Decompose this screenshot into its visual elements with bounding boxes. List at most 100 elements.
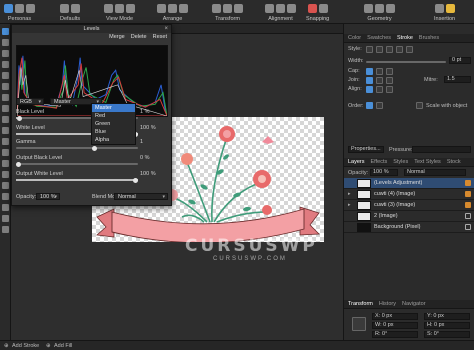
- liquify-persona-icon[interactable]: [15, 3, 24, 13]
- move-tool-icon[interactable]: [2, 28, 9, 35]
- channel-select[interactable]: RGB ▾: [16, 98, 44, 105]
- join-bevel-icon[interactable]: [386, 77, 393, 84]
- cap-butt-icon[interactable]: [366, 68, 373, 75]
- text-tool-icon[interactable]: [2, 204, 9, 211]
- dropdown-option-blue[interactable]: Blue: [92, 128, 135, 136]
- tab-stock[interactable]: Stock: [447, 159, 461, 165]
- cap-round-icon[interactable]: [376, 68, 383, 75]
- arrange-icon[interactable]: [157, 3, 166, 13]
- mitre-input[interactable]: 1.5: [444, 76, 471, 83]
- insertion-group[interactable]: Insertion: [434, 2, 455, 22]
- levels-title-bar[interactable]: Levels ×: [12, 25, 171, 33]
- gamma-slider[interactable]: [16, 145, 138, 151]
- blend-mode-select[interactable]: Normal ▾: [114, 193, 168, 200]
- snapping-magnet-icon[interactable]: [307, 3, 317, 13]
- add-fill-icon[interactable]: ⊕: [46, 343, 51, 349]
- black-level-value[interactable]: 1 %: [140, 109, 149, 115]
- pressure-graph[interactable]: [412, 146, 471, 153]
- geometry-add-icon[interactable]: [364, 3, 373, 13]
- defaults-icon[interactable]: [60, 3, 70, 13]
- expand-arrow-icon[interactable]: ▸: [348, 191, 351, 197]
- arrange-2-icon[interactable]: [168, 3, 177, 13]
- delete-button[interactable]: Delete: [131, 34, 147, 40]
- paint-brush-icon[interactable]: [2, 105, 9, 112]
- transform-group[interactable]: Transform: [212, 2, 243, 22]
- dropdown-option-master[interactable]: Master: [92, 104, 135, 112]
- join-round-icon[interactable]: [376, 77, 383, 84]
- layer-visibility-checkbox[interactable]: [465, 224, 471, 230]
- properties-button[interactable]: Properties...: [348, 146, 384, 153]
- develop-persona-icon[interactable]: [26, 3, 35, 13]
- dodge-tool-icon[interactable]: [2, 149, 9, 156]
- zoom-tool-icon[interactable]: [2, 50, 9, 57]
- anchor-grid-icon[interactable]: [352, 317, 366, 331]
- layer-row[interactable]: Background (Pixel): [344, 222, 474, 233]
- scale-with-object-checkbox[interactable]: [416, 102, 423, 109]
- cap-square-icon[interactable]: [386, 68, 393, 75]
- view-mode-3-icon[interactable]: [126, 3, 135, 13]
- dropdown-option-alpha[interactable]: Alpha: [92, 136, 135, 144]
- expand-arrow-icon[interactable]: ▸: [348, 202, 351, 208]
- transform-y-input[interactable]: Y: 0 px: [424, 313, 470, 320]
- layer-visibility-checkbox[interactable]: [465, 180, 471, 186]
- tab-effects[interactable]: Effects: [371, 159, 388, 165]
- snapping-group[interactable]: Snapping: [306, 2, 329, 22]
- insert-top-icon[interactable]: [445, 3, 455, 13]
- tab-history[interactable]: History: [379, 301, 396, 307]
- tab-swatches[interactable]: Swatches: [367, 35, 391, 41]
- shape-tool-icon[interactable]: [2, 193, 9, 200]
- white-level-value[interactable]: 100 %: [140, 125, 156, 131]
- rectangle-tool-icon[interactable]: [2, 226, 9, 233]
- crop-tool-icon[interactable]: [2, 61, 9, 68]
- output-white-value[interactable]: 100 %: [140, 171, 156, 177]
- output-black-value[interactable]: 0 %: [140, 155, 149, 161]
- arrange-group[interactable]: Arrange: [157, 2, 188, 22]
- view-mode-2-icon[interactable]: [115, 3, 124, 13]
- merge-button[interactable]: Merge: [109, 34, 125, 40]
- gamma-knob[interactable]: [92, 145, 97, 151]
- healing-tool-icon[interactable]: [2, 171, 9, 178]
- output-black-knob[interactable]: [16, 161, 21, 167]
- defaults-group[interactable]: Defaults: [60, 2, 80, 22]
- add-stroke-icon[interactable]: ⊕: [4, 343, 9, 349]
- join-miter-icon[interactable]: [366, 77, 373, 84]
- selection-brush-icon[interactable]: [2, 72, 9, 79]
- stroke-texture-icon[interactable]: [406, 46, 413, 53]
- fill-tool-icon[interactable]: [2, 127, 9, 134]
- tab-styles[interactable]: Styles: [393, 159, 408, 165]
- transform-icon[interactable]: [212, 3, 221, 13]
- dropdown-option-green[interactable]: Green: [92, 120, 135, 128]
- view-mode-group[interactable]: View Mode: [104, 2, 135, 22]
- layer-visibility-checkbox[interactable]: [465, 202, 471, 208]
- color-picker-icon[interactable]: [2, 215, 9, 222]
- transform-shear-input[interactable]: S: 0°: [424, 331, 470, 338]
- layer-row[interactable]: 2 (Image): [344, 211, 474, 222]
- geometry-group[interactable]: Geometry: [364, 2, 395, 22]
- view-tool-icon[interactable]: [2, 39, 9, 46]
- output-white-slider[interactable]: [16, 177, 138, 183]
- transform-3-icon[interactable]: [234, 3, 243, 13]
- geometry-intersect-icon[interactable]: [386, 3, 395, 13]
- tab-color[interactable]: Color: [348, 35, 361, 41]
- width-slider[interactable]: [366, 61, 446, 63]
- gamma-value[interactable]: 1: [140, 139, 143, 145]
- stroke-dash-icon[interactable]: [386, 46, 393, 53]
- tab-brushes[interactable]: Brushes: [419, 35, 439, 41]
- photo-persona-icon[interactable]: [4, 3, 13, 13]
- opacity-field[interactable]: 100 % ▾: [36, 193, 60, 200]
- gradient-tool-icon[interactable]: [2, 138, 9, 145]
- align-outside-stroke-icon[interactable]: [386, 86, 393, 93]
- stroke-solid-icon[interactable]: [376, 46, 383, 53]
- order-front-icon[interactable]: [376, 102, 383, 109]
- stroke-brush-icon[interactable]: [396, 46, 403, 53]
- align-center-stroke-icon[interactable]: [366, 86, 373, 93]
- tab-text-styles[interactable]: Text Styles: [414, 159, 441, 165]
- align-right-icon[interactable]: [287, 3, 296, 13]
- pen-tool-icon[interactable]: [2, 182, 9, 189]
- insert-behind-icon[interactable]: [434, 3, 444, 13]
- output-black-slider[interactable]: [16, 161, 138, 167]
- order-behind-icon[interactable]: [366, 102, 373, 109]
- tab-transform[interactable]: Transform: [348, 301, 373, 307]
- black-level-knob[interactable]: [17, 115, 23, 121]
- align-inside-stroke-icon[interactable]: [376, 86, 383, 93]
